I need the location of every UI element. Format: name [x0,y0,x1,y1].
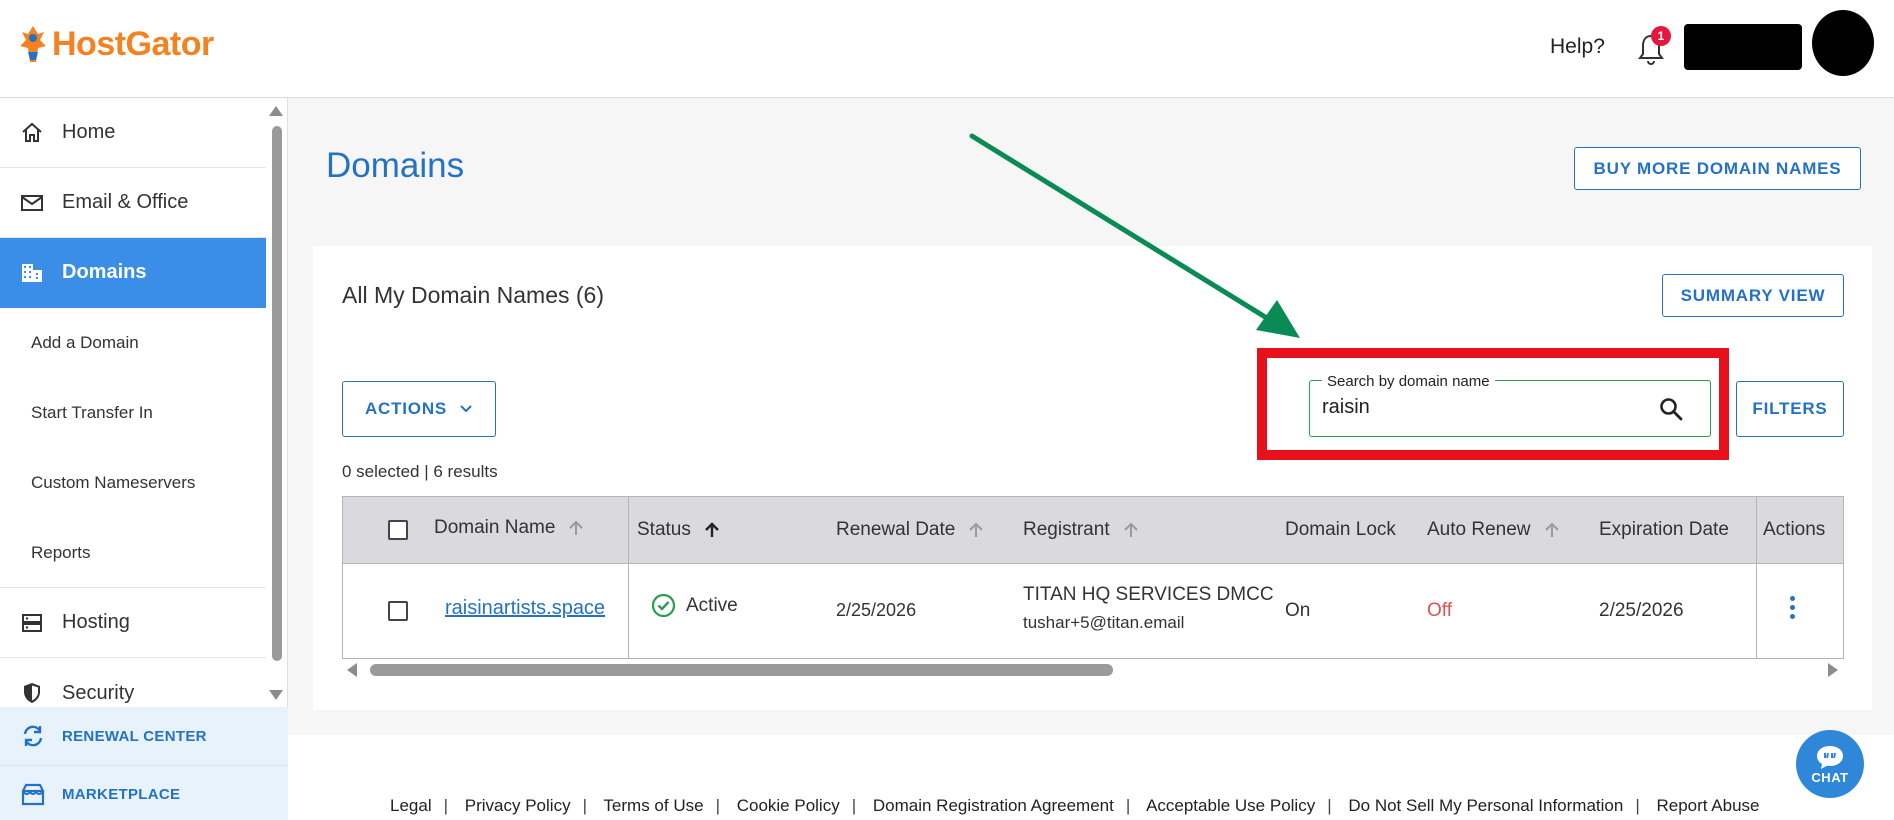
avatar[interactable] [1812,10,1874,76]
footer-links: Legal | Privacy Policy | Terms of Use | Coo… [390,796,1760,815]
chat-label: CHAT [1811,769,1849,785]
results-count: 0 selected | 6 results [342,462,498,481]
footer-link-do-not-sell[interactable]: Do Not Sell My Personal Information [1348,796,1623,815]
renewal-center-link[interactable]: RENEWAL CENTER [0,707,288,765]
row-actions-kebab-icon[interactable] [1790,596,1795,619]
column-divider [1756,497,1757,658]
notification-badge: 1 [1651,26,1671,46]
server-icon [20,611,44,635]
footer-link-privacy[interactable]: Privacy Policy [465,796,571,815]
status-text: Active [686,594,738,616]
footer-link-cookie[interactable]: Cookie Policy [737,796,840,815]
sort-arrow-icon [969,522,984,537]
table-row: raisinartists.space Active 2/25/2026 TIT… [343,564,1843,658]
sidebar-subitem-start-transfer[interactable]: Start Transfer In [0,378,266,448]
chevron-down-icon [460,405,472,413]
help-link[interactable]: Help? [1550,35,1605,59]
sidebar-item-label: Hosting [62,611,130,633]
sidebar-subitem-custom-nameservers[interactable]: Custom Nameservers [0,448,266,518]
store-icon [20,782,46,808]
renewal-center-label: RENEWAL CENTER [62,727,207,745]
actions-label: ACTIONS [364,399,448,418]
auto-renew-cell[interactable]: Off [1427,600,1452,622]
logo-text: HostGator [52,24,214,63]
search-field-label: Search by domain name [1322,373,1495,390]
sort-arrow-icon [1544,522,1559,537]
top-header: HostGator Help? 1 [0,0,1894,98]
domains-icon [20,261,44,285]
hostgator-logo[interactable]: HostGator [16,22,214,66]
column-divider [628,497,629,658]
sidebar: Home Email & Office Domains Add a Domain… [0,98,288,820]
search-icon[interactable] [1658,396,1684,422]
domains-table: Domain Name Status Renewal Date Registra… [342,496,1844,659]
marketplace-label: MARKETPLACE [62,786,181,803]
home-icon [20,121,44,145]
column-expiration-date[interactable]: Expiration Date [1599,519,1729,541]
row-checkbox[interactable] [388,601,408,621]
sort-arrow-active-icon [705,522,719,537]
column-actions: Actions [1763,519,1826,540]
footer-link-legal[interactable]: Legal [390,796,432,815]
column-registrant[interactable]: Registrant [1023,519,1140,541]
table-scroll-thumb[interactable] [370,664,1113,676]
sort-arrow-icon [1123,522,1138,537]
search-input[interactable] [1322,396,1642,419]
summary-view-button[interactable]: SUMMARY VIEW [1662,274,1844,317]
registrant-cell: TITAN HQ SERVICES DMCC tushar+5@titan.em… [1023,584,1274,633]
column-domain-lock[interactable]: Domain Lock [1285,519,1396,541]
expiration-date-cell: 2/25/2026 [1599,600,1684,621]
sidebar-item-home[interactable]: Home [0,98,266,168]
marketplace-link[interactable]: MARKETPLACE [0,765,288,820]
registrant-name: TITAN HQ SERVICES DMCC [1023,584,1274,605]
footer-link-registration-agreement[interactable]: Domain Registration Agreement [873,796,1114,815]
check-circle-icon [651,593,676,618]
column-auto-renew[interactable]: Auto Renew [1427,519,1561,541]
domain-lock-cell: On [1285,600,1311,621]
refresh-icon [20,723,46,749]
sidebar-nav: Home Email & Office Domains Add a Domain… [0,98,266,728]
page-title: Domains [326,146,465,185]
account-name-redacted[interactable] [1684,24,1802,70]
sidebar-item-hosting[interactable]: Hosting [0,588,266,658]
table-header: Domain Name Status Renewal Date Registra… [343,497,1843,564]
scroll-up-arrow-icon[interactable] [269,106,283,116]
chat-bubble-icon [1817,745,1843,769]
mail-icon [20,191,44,215]
sidebar-item-label: Security [62,681,135,704]
footer-link-acceptable-use[interactable]: Acceptable Use Policy [1146,796,1315,815]
column-domain-name[interactable]: Domain Name [434,517,585,539]
sidebar-item-label: Domains [62,261,147,283]
sidebar-item-label: Email & Office [62,191,189,213]
gator-mascot-icon [20,26,46,62]
sidebar-item-domains[interactable]: Domains [0,238,266,308]
sidebar-item-email-office[interactable]: Email & Office [0,168,266,238]
sidebar-scroll-thumb[interactable] [272,126,282,661]
sidebar-subitem-reports[interactable]: Reports [0,518,266,588]
sidebar-subitem-add-domain[interactable]: Add a Domain [0,308,266,378]
actions-dropdown-button[interactable]: ACTIONS [342,381,496,437]
registrant-email: tushar+5@titan.email [1023,613,1185,632]
sort-arrow-icon [569,520,584,535]
domain-link[interactable]: raisinartists.space [445,597,605,620]
status-cell: Active [651,593,738,618]
scroll-right-arrow-icon[interactable] [1828,663,1838,677]
buy-more-domains-button[interactable]: BUY MORE DOMAIN NAMES [1574,147,1861,190]
scroll-down-arrow-icon[interactable] [269,690,283,700]
scroll-left-arrow-icon[interactable] [347,663,357,677]
renewal-date-cell: 2/25/2026 [836,600,917,620]
shield-icon [20,681,44,705]
column-renewal-date[interactable]: Renewal Date [836,519,985,541]
column-status[interactable]: Status [637,519,721,541]
footer-link-terms[interactable]: Terms of Use [603,796,703,815]
filters-button[interactable]: FILTERS [1736,381,1844,437]
sidebar-item-label: Home [62,121,116,143]
footer-link-report-abuse[interactable]: Report Abuse [1656,796,1759,815]
select-all-checkbox[interactable] [388,520,408,540]
card-title: All My Domain Names (6) [342,282,604,308]
chat-button[interactable]: CHAT [1796,730,1864,798]
